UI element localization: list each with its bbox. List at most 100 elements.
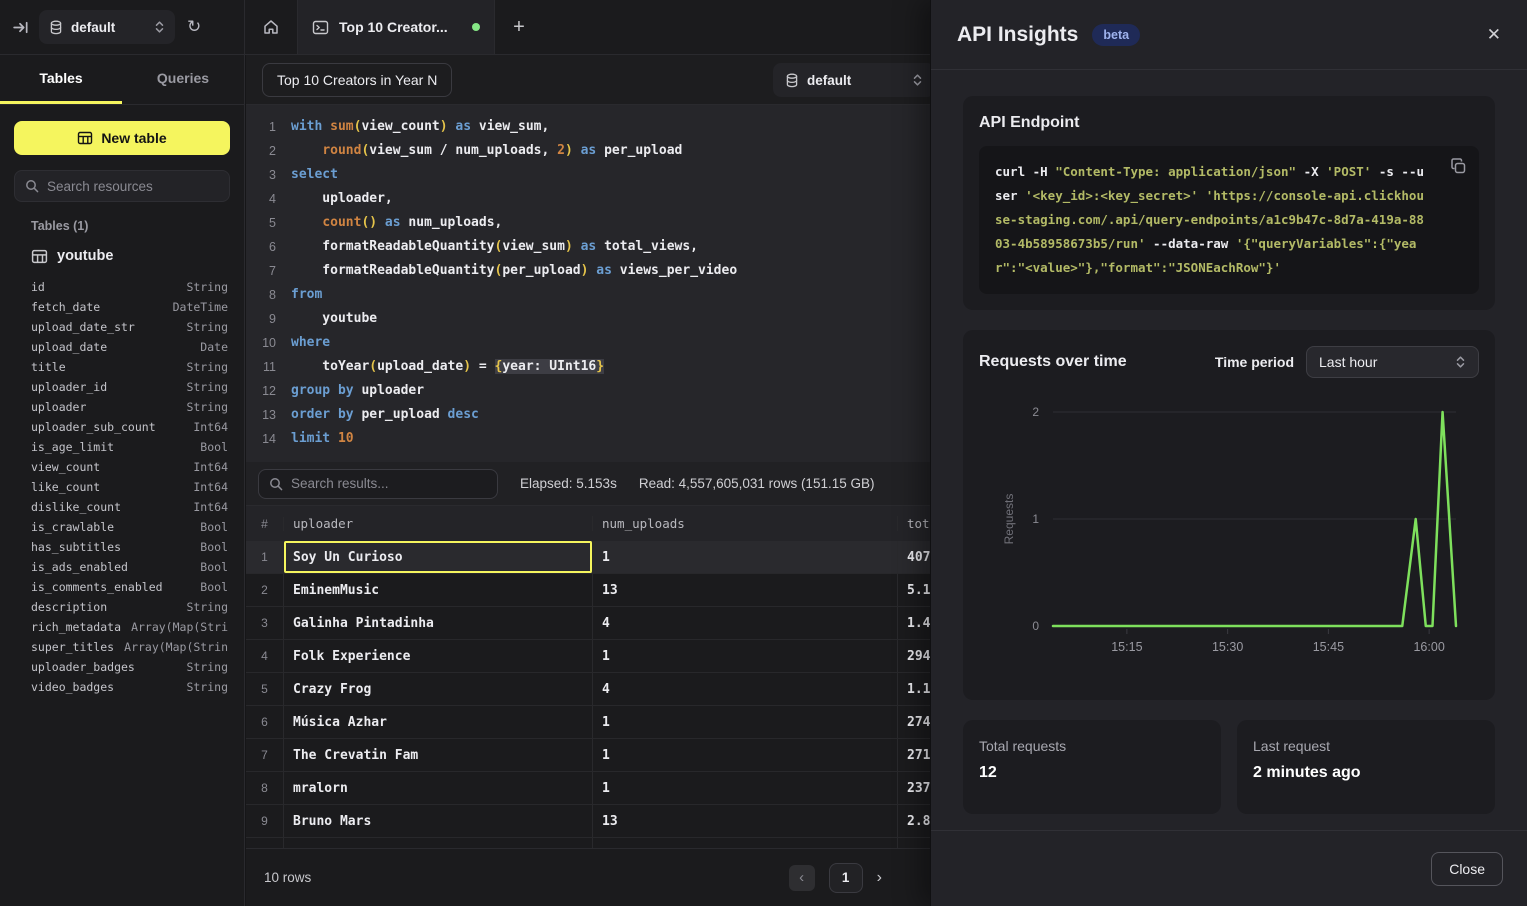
sql-line[interactable]: 5 count() as num_uploads,: [246, 211, 960, 235]
cell-uploader[interactable]: The Crevatin Fam: [284, 739, 593, 771]
table-row[interactable]: 1Soy Un Curioso1407: [246, 541, 960, 574]
column-header-uploader[interactable]: uploader: [284, 516, 593, 531]
schema-row[interactable]: is_comments_enabledBool: [0, 577, 244, 597]
cell-uploader[interactable]: Crazy Frog: [284, 673, 593, 705]
new-table-button[interactable]: New table: [14, 121, 230, 155]
row-count: 10 rows: [264, 870, 311, 885]
schema-row[interactable]: descriptionString: [0, 597, 244, 617]
previous-page-button[interactable]: ‹: [789, 865, 815, 891]
schema-row[interactable]: is_age_limitBool: [0, 437, 244, 457]
schema-row[interactable]: idString: [0, 277, 244, 297]
schema-row[interactable]: like_countInt64: [0, 477, 244, 497]
schema-row[interactable]: uploader_sub_countInt64: [0, 417, 244, 437]
schema-row[interactable]: uploaderString: [0, 397, 244, 417]
sql-line[interactable]: 12group by uploader: [246, 379, 960, 403]
sql-line[interactable]: 3select: [246, 163, 960, 187]
schema-row[interactable]: is_ads_enabledBool: [0, 557, 244, 577]
table-row[interactable]: 3Galinha Pintadinha41.4: [246, 607, 960, 640]
svg-text:15:30: 15:30: [1212, 640, 1243, 654]
sql-line[interactable]: 8from: [246, 283, 960, 307]
table-item-youtube[interactable]: youtube: [31, 243, 232, 269]
sql-editor[interactable]: 1with sum(view_count) as view_sum,2 roun…: [246, 105, 960, 462]
copy-icon[interactable]: [1450, 158, 1467, 175]
sql-line[interactable]: 1with sum(view_count) as view_sum,: [246, 115, 960, 139]
search-results-input[interactable]: [291, 476, 487, 491]
sql-line[interactable]: 13order by per_upload desc: [246, 403, 960, 427]
api-endpoint-card: API Endpoint curl -H "Content-Type: appl…: [963, 96, 1495, 310]
cell-num-uploads[interactable]: 4: [593, 673, 898, 705]
current-page[interactable]: 1: [829, 863, 863, 893]
query-title[interactable]: Top 10 Creators in Year N: [262, 63, 452, 97]
cell-uploader[interactable]: Bruno Mars: [284, 805, 593, 837]
sql-line[interactable]: 14limit 10: [246, 427, 960, 451]
table-row[interactable]: 6Música Azhar1274: [246, 706, 960, 739]
table-row[interactable]: 7The Crevatin Fam1271: [246, 739, 960, 772]
tab-tables[interactable]: Tables: [0, 55, 122, 104]
cell-num-uploads[interactable]: 1: [593, 739, 898, 771]
table-row[interactable]: 2EminemMusic135.1: [246, 574, 960, 607]
new-tab-button[interactable]: +: [495, 0, 543, 54]
cell-uploader[interactable]: EminemMusic: [284, 574, 593, 606]
tab-top10-creators[interactable]: Top 10 Creator...: [297, 0, 495, 54]
schema-row[interactable]: dislike_countInt64: [0, 497, 244, 517]
sidebar-controls: default ↻: [0, 0, 245, 54]
tab-queries[interactable]: Queries: [122, 55, 244, 104]
database-selector[interactable]: default: [39, 10, 175, 44]
table-row[interactable]: 5Crazy Frog41.1: [246, 673, 960, 706]
row-number: 5: [246, 673, 284, 705]
cell-num-uploads[interactable]: 4: [593, 607, 898, 639]
schema-row[interactable]: titleString: [0, 357, 244, 377]
field-name: is_crawlable: [31, 520, 200, 534]
cell-num-uploads[interactable]: 13: [593, 574, 898, 606]
table-row[interactable]: 9Bruno Mars132.8: [246, 805, 960, 838]
sql-line[interactable]: 11 toYear(upload_date) = {year: UInt16}: [246, 355, 960, 379]
search-resources-input[interactable]: [47, 179, 224, 194]
schema-row[interactable]: rich_metadataArray(Map(Stri: [0, 617, 244, 637]
schema-row[interactable]: is_crawlableBool: [0, 517, 244, 537]
refresh-icon[interactable]: ↻: [187, 17, 201, 37]
svg-text:2: 2: [1032, 405, 1039, 419]
column-header-num-uploads[interactable]: num_uploads: [593, 516, 898, 531]
row-number: 1: [246, 541, 284, 573]
close-button[interactable]: Close: [1431, 852, 1503, 886]
field-type: Array(Map(Strin: [124, 640, 228, 654]
sql-line[interactable]: 7 formatReadableQuantity(per_upload) as …: [246, 259, 960, 283]
schema-row[interactable]: upload_dateDate: [0, 337, 244, 357]
beta-badge: beta: [1092, 24, 1140, 46]
sql-line[interactable]: 9 youtube: [246, 307, 960, 331]
query-database-selector[interactable]: default: [773, 63, 935, 97]
sql-line[interactable]: 2 round(view_sum / num_uploads, 2) as pe…: [246, 139, 960, 163]
schema-row[interactable]: fetch_dateDateTime: [0, 297, 244, 317]
collapse-sidebar-icon[interactable]: [12, 19, 29, 36]
table-row[interactable]: 4Folk Experience1294: [246, 640, 960, 673]
field-type: Bool: [200, 560, 228, 574]
schema-row[interactable]: super_titlesArray(Map(Strin: [0, 637, 244, 657]
sql-line[interactable]: 10where: [246, 331, 960, 355]
sql-line[interactable]: 4 uploader,: [246, 187, 960, 211]
sql-line[interactable]: 6 formatReadableQuantity(view_sum) as to…: [246, 235, 960, 259]
schema-row[interactable]: uploader_idString: [0, 377, 244, 397]
cell-uploader[interactable]: Galinha Pintadinha: [284, 607, 593, 639]
results-search: [258, 469, 498, 499]
cell-num-uploads[interactable]: 1: [593, 772, 898, 804]
home-icon[interactable]: [245, 0, 297, 54]
cell-num-uploads[interactable]: 13: [593, 805, 898, 837]
next-page-button[interactable]: ›: [877, 869, 882, 887]
close-icon[interactable]: ✕: [1487, 25, 1501, 45]
cell-uploader[interactable]: Música Azhar: [284, 706, 593, 738]
cell-num-uploads[interactable]: 1: [593, 541, 898, 573]
cell-uploader[interactable]: Folk Experience: [284, 640, 593, 672]
schema-row[interactable]: uploader_badgesString: [0, 657, 244, 677]
schema-row[interactable]: has_subtitlesBool: [0, 537, 244, 557]
cell-num-uploads[interactable]: 1: [593, 640, 898, 672]
cell-num-uploads[interactable]: 1: [593, 706, 898, 738]
schema-row[interactable]: video_badgesString: [0, 677, 244, 697]
schema-row[interactable]: upload_date_strString: [0, 317, 244, 337]
time-period-select[interactable]: Last hour: [1306, 346, 1479, 378]
cell-uploader[interactable]: Soy Un Curioso: [284, 541, 593, 573]
field-name: upload_date: [31, 340, 200, 354]
table-row[interactable]: 8mralorn1237: [246, 772, 960, 805]
code-line: formatReadableQuantity(per_upload) as vi…: [276, 259, 737, 283]
cell-uploader[interactable]: mralorn: [284, 772, 593, 804]
schema-row[interactable]: view_countInt64: [0, 457, 244, 477]
